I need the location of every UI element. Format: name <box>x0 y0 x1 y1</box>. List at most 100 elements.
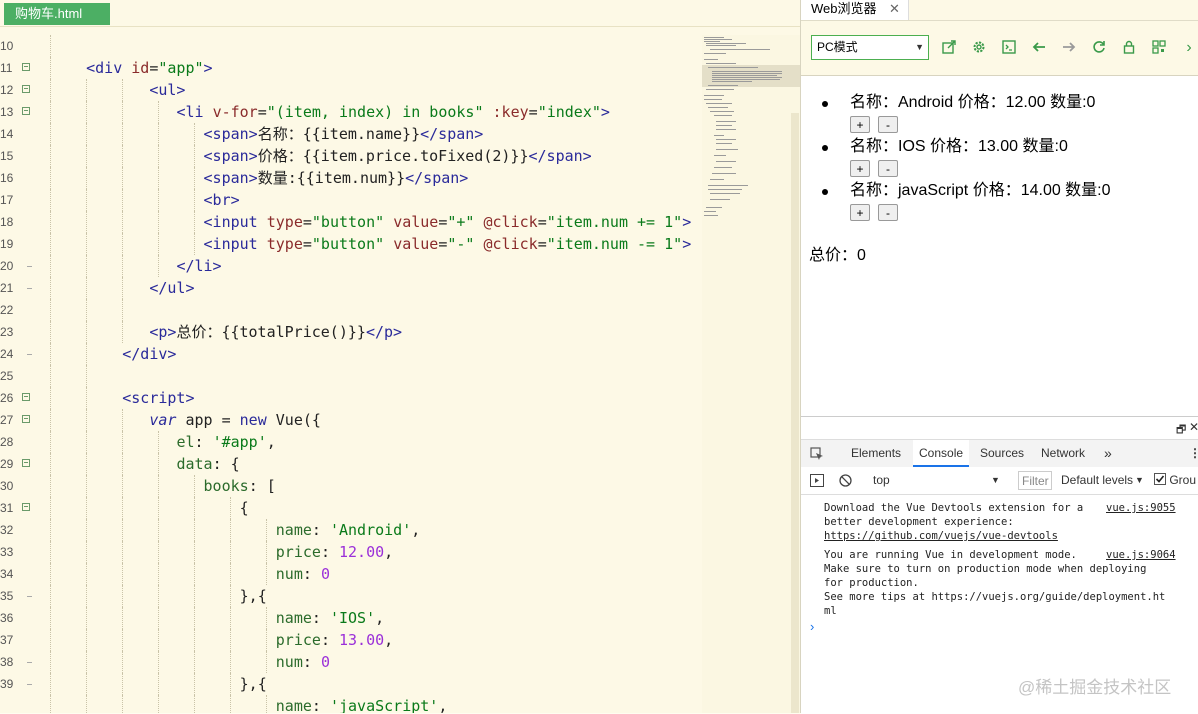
gutter-line: 35 <box>0 585 46 607</box>
fold-toggle-icon[interactable] <box>22 85 30 93</box>
console-source-link[interactable]: vue.js:9055 <box>1106 501 1176 515</box>
line-number: 30 <box>0 479 14 493</box>
browser-tab[interactable]: Web浏览器 ✕ <box>801 0 909 20</box>
fold-toggle-icon[interactable] <box>22 459 30 467</box>
decrement-button[interactable]: - <box>878 160 898 177</box>
gutter-line: 20 <box>0 255 46 277</box>
gutter-line: 22 <box>0 299 46 321</box>
mode-select-value: PC模式 <box>817 40 858 54</box>
console-message-line: ml <box>824 605 837 617</box>
increment-button[interactable]: + <box>850 160 870 177</box>
open-external-icon[interactable] <box>941 40 957 56</box>
tab-console[interactable]: Console <box>913 440 970 467</box>
minimap-line <box>710 179 724 180</box>
code-line: num: 0 <box>50 563 700 585</box>
close-icon[interactable]: ✕ <box>889 0 900 18</box>
code-area[interactable]: <div id="app"> <ul> <li v-for="(item, in… <box>50 35 700 713</box>
levels-select[interactable]: Default levels <box>1061 467 1133 494</box>
gutter-line: 13 <box>0 101 46 123</box>
decrement-button[interactable]: - <box>878 204 898 221</box>
more-icon[interactable]: › <box>1181 40 1197 56</box>
minimap-line <box>704 215 718 216</box>
minimap-line <box>708 185 748 186</box>
sidebar-toggle-icon[interactable] <box>810 467 824 497</box>
console-message-line[interactable]: https://github.com/vuejs/vue-devtools <box>824 529 1058 543</box>
code-line: </ul> <box>50 277 700 299</box>
minimap-line <box>706 45 736 46</box>
group-checkbox[interactable]: Grou <box>1154 467 1196 494</box>
filter-input[interactable]: Filter <box>1018 471 1052 490</box>
tab-network[interactable]: Network <box>1041 440 1085 467</box>
gutter-line: 18 <box>0 211 46 233</box>
gutter-line: 19 <box>0 233 46 255</box>
decrement-button[interactable]: - <box>878 116 898 133</box>
minimap-viewport[interactable] <box>702 65 800 87</box>
minimap-line <box>710 199 730 200</box>
clear-console-icon[interactable] <box>839 467 852 497</box>
fold-toggle-icon[interactable] <box>22 63 30 71</box>
refresh-icon[interactable] <box>1091 40 1107 56</box>
bullet-icon <box>822 101 828 107</box>
minimap-line <box>708 67 758 68</box>
minimap-line <box>716 139 736 140</box>
minimap-line <box>704 53 726 54</box>
line-number: 12 <box>0 83 14 97</box>
fold-toggle-icon[interactable] <box>22 107 30 115</box>
code-editor[interactable]: 购物车.html 10 11 12 13 14 15 16 17 18 19 20 21 22 23 24 2… <box>0 0 800 713</box>
line-number: 24 <box>0 347 14 361</box>
minimap-line <box>716 129 736 130</box>
tab-sources[interactable]: Sources <box>980 440 1024 467</box>
tab-elements[interactable]: Elements <box>851 440 901 467</box>
line-number: 33 <box>0 545 14 559</box>
minimap-line <box>712 81 752 82</box>
line-number: 16 <box>0 171 14 185</box>
minimap-line <box>706 103 732 104</box>
more-tabs-icon[interactable]: » <box>1104 440 1112 467</box>
editor-scrollbar[interactable] <box>791 113 799 713</box>
gutter-line: 38 <box>0 651 46 673</box>
chevron-down-icon[interactable]: ▼ <box>991 467 1000 494</box>
minimap-line <box>712 79 780 80</box>
line-number: 15 <box>0 149 14 163</box>
fold-toggle-icon[interactable] <box>22 415 30 423</box>
console-prompt[interactable]: › <box>810 619 814 634</box>
line-number: 28 <box>0 435 14 449</box>
code-line: <input type="button" value="+" @click="i… <box>50 211 700 233</box>
fold-toggle-icon[interactable] <box>22 503 30 511</box>
settings-icon[interactable] <box>971 40 987 56</box>
minimap[interactable] <box>702 35 800 713</box>
console-message-line: for production. <box>824 577 919 589</box>
qrcode-icon[interactable] <box>1151 40 1167 56</box>
mode-select[interactable]: PC模式 ▼ <box>811 35 929 60</box>
console-source-link[interactable]: vue.js:9064 <box>1106 548 1176 562</box>
minimap-line <box>708 107 728 108</box>
book-item-text: 名称：Android 价格：12.00 数量:0 <box>850 94 1096 111</box>
minimap-line <box>706 43 746 44</box>
gutter-line: 26 <box>0 387 46 409</box>
context-select[interactable]: top <box>873 467 890 494</box>
kebab-menu-icon[interactable]: ⋮ <box>1189 440 1198 467</box>
code-line: <span>数量:{{item.num}}</span> <box>50 167 700 189</box>
chevron-down-icon[interactable]: ▼ <box>1135 467 1144 494</box>
file-tab[interactable]: 购物车.html <box>4 3 110 25</box>
minimap-line <box>704 211 716 212</box>
lock-icon[interactable] <box>1121 40 1137 56</box>
undock-icon[interactable]: 🗗 <box>1176 421 1186 440</box>
code-line: <span>价格：{{item.price.toFixed(2)}}</span… <box>50 145 700 167</box>
fold-toggle-icon[interactable] <box>22 393 30 401</box>
console-icon[interactable] <box>1001 40 1017 56</box>
forward-icon[interactable] <box>1061 40 1077 56</box>
increment-button[interactable]: + <box>850 204 870 221</box>
code-line: data: { <box>50 453 700 475</box>
line-number: 23 <box>0 325 14 339</box>
minimap-line <box>712 77 782 78</box>
back-icon[interactable] <box>1031 40 1047 56</box>
minimap-line <box>716 149 738 150</box>
line-number: 36 <box>0 611 14 625</box>
code-line: books: [ <box>50 475 700 497</box>
gutter-line: 15 <box>0 145 46 167</box>
increment-button[interactable]: + <box>850 116 870 133</box>
minimap-line <box>708 85 738 86</box>
close-icon[interactable]: ✕ <box>1189 420 1198 434</box>
gutter-line: 39 <box>0 673 46 695</box>
